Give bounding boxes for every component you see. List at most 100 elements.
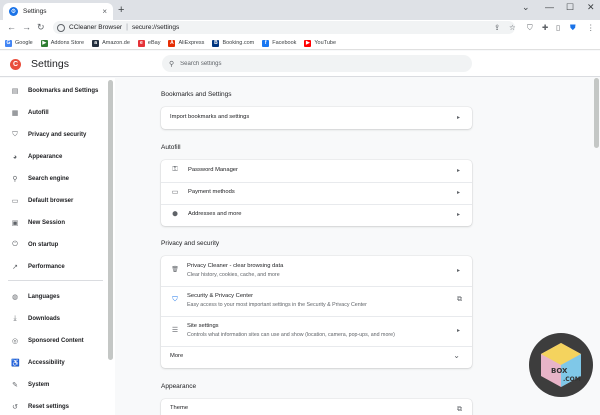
tab-settings[interactable]: ⚙ Settings × bbox=[3, 3, 113, 20]
wrench-icon: ✎ bbox=[12, 382, 18, 389]
sidepanel-icon[interactable]: ▯ bbox=[556, 23, 560, 32]
bookmark-booking[interactable]: B Booking.com bbox=[212, 39, 254, 47]
more-icon[interactable]: ⋮ bbox=[587, 23, 595, 32]
sidebar-item-default-browser[interactable]: ▭ Default browser bbox=[0, 194, 106, 208]
sidebar-item-privacy-and-security[interactable]: ⛉ Privacy and security bbox=[0, 128, 106, 142]
close-window-button[interactable]: ✕ bbox=[587, 2, 595, 13]
share-icon[interactable]: ⇪ bbox=[494, 23, 500, 32]
theme-row[interactable]: Theme ⧉ bbox=[161, 399, 472, 415]
arrow-right-icon: ▸ bbox=[456, 115, 460, 121]
tab-strip: ⚙ Settings × + ⌄ — ☐ ✕ bbox=[0, 0, 600, 20]
security-center-description: Easy access to your most important setti… bbox=[187, 302, 367, 308]
arrow-right-icon: ▸ bbox=[456, 190, 460, 196]
bookmark-addons-store[interactable]: ▶ Addons Store bbox=[40, 39, 85, 47]
bookmark-google[interactable]: G Google bbox=[5, 39, 33, 47]
watermark-text-bottom: .COM bbox=[563, 376, 581, 383]
bookmark-youtube[interactable]: ▶ YouTube bbox=[304, 39, 337, 47]
shield-icon[interactable]: ⛉ bbox=[527, 23, 533, 33]
settings-search[interactable]: ⚲ bbox=[162, 55, 472, 72]
minimize-button[interactable]: — bbox=[545, 2, 554, 12]
reset-icon: ↺ bbox=[12, 404, 18, 411]
payment-methods-row[interactable]: ▭ Payment methods ▸ bbox=[161, 182, 472, 204]
privacy-cleaner-description: Clear history, cookies, cache, and more bbox=[187, 272, 280, 278]
back-button[interactable]: ← bbox=[7, 22, 16, 32]
chevron-down-icon: ⌄ bbox=[453, 351, 460, 360]
tab-search-chevron-icon[interactable]: ⌄ bbox=[522, 2, 530, 13]
bookmark-label: YouTube bbox=[314, 40, 337, 46]
sidebar-item-reset-settings[interactable]: ↺ Reset settings bbox=[0, 400, 106, 414]
section-title-appearance: Appearance bbox=[161, 383, 197, 390]
security-center-row[interactable]: ⛉ Security & Privacy Center Easy access … bbox=[161, 286, 472, 316]
bookmark-label: Addons Store bbox=[50, 40, 85, 46]
bookmark-amazon[interactable]: a Amazon.de bbox=[92, 39, 130, 47]
arrow-right-icon: ▸ bbox=[456, 268, 460, 274]
sidebar-item-bookmarks-and-settings[interactable]: ▤ Bookmarks and Settings bbox=[0, 84, 106, 98]
tune-icon: ☰ bbox=[171, 327, 179, 334]
sidebar-divider bbox=[8, 280, 103, 281]
more-row[interactable]: More ⌄ bbox=[161, 346, 472, 368]
sidebar-item-system[interactable]: ✎ System bbox=[0, 378, 106, 392]
privacy-cleaner-row[interactable]: 🗑 Privacy Cleaner - clear browsing data … bbox=[161, 256, 472, 286]
addons-store-icon: ▶ bbox=[40, 39, 48, 47]
bookmark-ebay[interactable]: e eBay bbox=[137, 39, 161, 47]
site-info-icon[interactable] bbox=[57, 23, 65, 32]
section-title-privacy: Privacy and security bbox=[161, 240, 220, 247]
sidebar-item-sponsored-content[interactable]: ◎ Sponsored Content bbox=[0, 334, 106, 348]
maximize-button[interactable]: ☐ bbox=[566, 2, 574, 13]
sidebar-item-label: Languages bbox=[28, 294, 60, 300]
booking-icon: B bbox=[212, 39, 220, 47]
browser-brand: CCleaner Browser bbox=[69, 24, 123, 31]
search-input[interactable] bbox=[180, 60, 451, 67]
omnibox-separator: | bbox=[126, 24, 128, 31]
globe-icon: ◍ bbox=[11, 294, 19, 301]
sidebar-item-label: Privacy and security bbox=[28, 132, 87, 138]
addresses-row[interactable]: ⬤ Addresses and more ▸ bbox=[161, 204, 472, 226]
sidebar-item-label: Bookmarks and Settings bbox=[28, 88, 99, 94]
search-icon: ⚲ bbox=[169, 60, 175, 68]
watermark-text-top: BOX bbox=[551, 367, 568, 375]
forward-button[interactable]: → bbox=[22, 22, 31, 32]
theme-label: Theme bbox=[170, 405, 189, 411]
sidebar-item-new-session[interactable]: ▣ New Session bbox=[0, 216, 106, 230]
sidebar-item-label: Default browser bbox=[28, 198, 74, 204]
bookmark-label: Google bbox=[15, 40, 33, 46]
sidebar-item-label: New Session bbox=[28, 220, 66, 226]
bookmark-facebook[interactable]: f Facebook bbox=[262, 39, 296, 47]
reload-button[interactable]: ↻ bbox=[37, 22, 45, 33]
sidebar-item-label: Autofill bbox=[28, 110, 49, 116]
new-tab-button[interactable]: + bbox=[118, 5, 124, 16]
external-link-icon: ⧉ bbox=[457, 296, 462, 303]
sidebar-scrollbar[interactable] bbox=[108, 80, 113, 360]
extensions-icon[interactable]: ✚ bbox=[542, 23, 548, 32]
security-icon[interactable]: ⛊ bbox=[570, 23, 576, 33]
sidebar-item-label: System bbox=[28, 382, 50, 388]
sidebar-item-appearance[interactable]: ◕ Appearance bbox=[0, 150, 106, 164]
sidebar-item-on-startup[interactable]: ⏻ On startup bbox=[0, 238, 106, 252]
sidebar-item-search-engine[interactable]: ⚲ Search engine bbox=[0, 172, 106, 186]
payment-methods-label: Payment methods bbox=[188, 189, 235, 195]
star-icon[interactable]: ☆ bbox=[509, 23, 516, 32]
bookmark-label: eBay bbox=[147, 40, 161, 46]
sidebar-item-languages[interactable]: ◍ Languages bbox=[0, 290, 106, 304]
sidebar-item-downloads[interactable]: ⤓ Downloads bbox=[0, 312, 106, 326]
sidebar-item-autofill[interactable]: ▦ Autofill bbox=[0, 106, 106, 120]
sidebar-item-accessibility[interactable]: ♿ Accessibility bbox=[0, 356, 106, 370]
main-scrollbar[interactable] bbox=[594, 78, 599, 148]
site-settings-row[interactable]: ☰ Site settings Controls what informatio… bbox=[161, 316, 472, 346]
privacy-cleaner-label: Privacy Cleaner - clear browsing data bbox=[187, 263, 284, 269]
tab-close-icon[interactable]: × bbox=[102, 7, 107, 16]
arrow-right-icon: ▸ bbox=[456, 212, 460, 218]
trash-icon: 🗑 bbox=[171, 267, 179, 273]
address-bar[interactable]: CCleaner Browser | secure://settings bbox=[53, 21, 515, 34]
import-bookmarks-row[interactable]: Import bookmarks and settings ▸ bbox=[161, 107, 472, 129]
password-manager-row[interactable]: ⚿ Password Manager ▸ bbox=[161, 160, 472, 182]
url-text[interactable]: secure://settings bbox=[132, 24, 179, 31]
shield-check-icon: ⛉ bbox=[172, 296, 178, 303]
site-settings-label: Site settings bbox=[187, 323, 219, 329]
bookmark-aliexpress[interactable]: A AliExpress bbox=[168, 39, 204, 47]
sidebar-item-performance[interactable]: ↗ Performance bbox=[0, 260, 106, 274]
sidebar: ▤ Bookmarks and Settings ▦ Autofill ⛉ Pr… bbox=[0, 78, 115, 415]
privacy-card: 🗑 Privacy Cleaner - clear browsing data … bbox=[161, 256, 472, 368]
password-manager-label: Password Manager bbox=[188, 167, 238, 173]
sidebar-item-label: Appearance bbox=[28, 154, 63, 160]
